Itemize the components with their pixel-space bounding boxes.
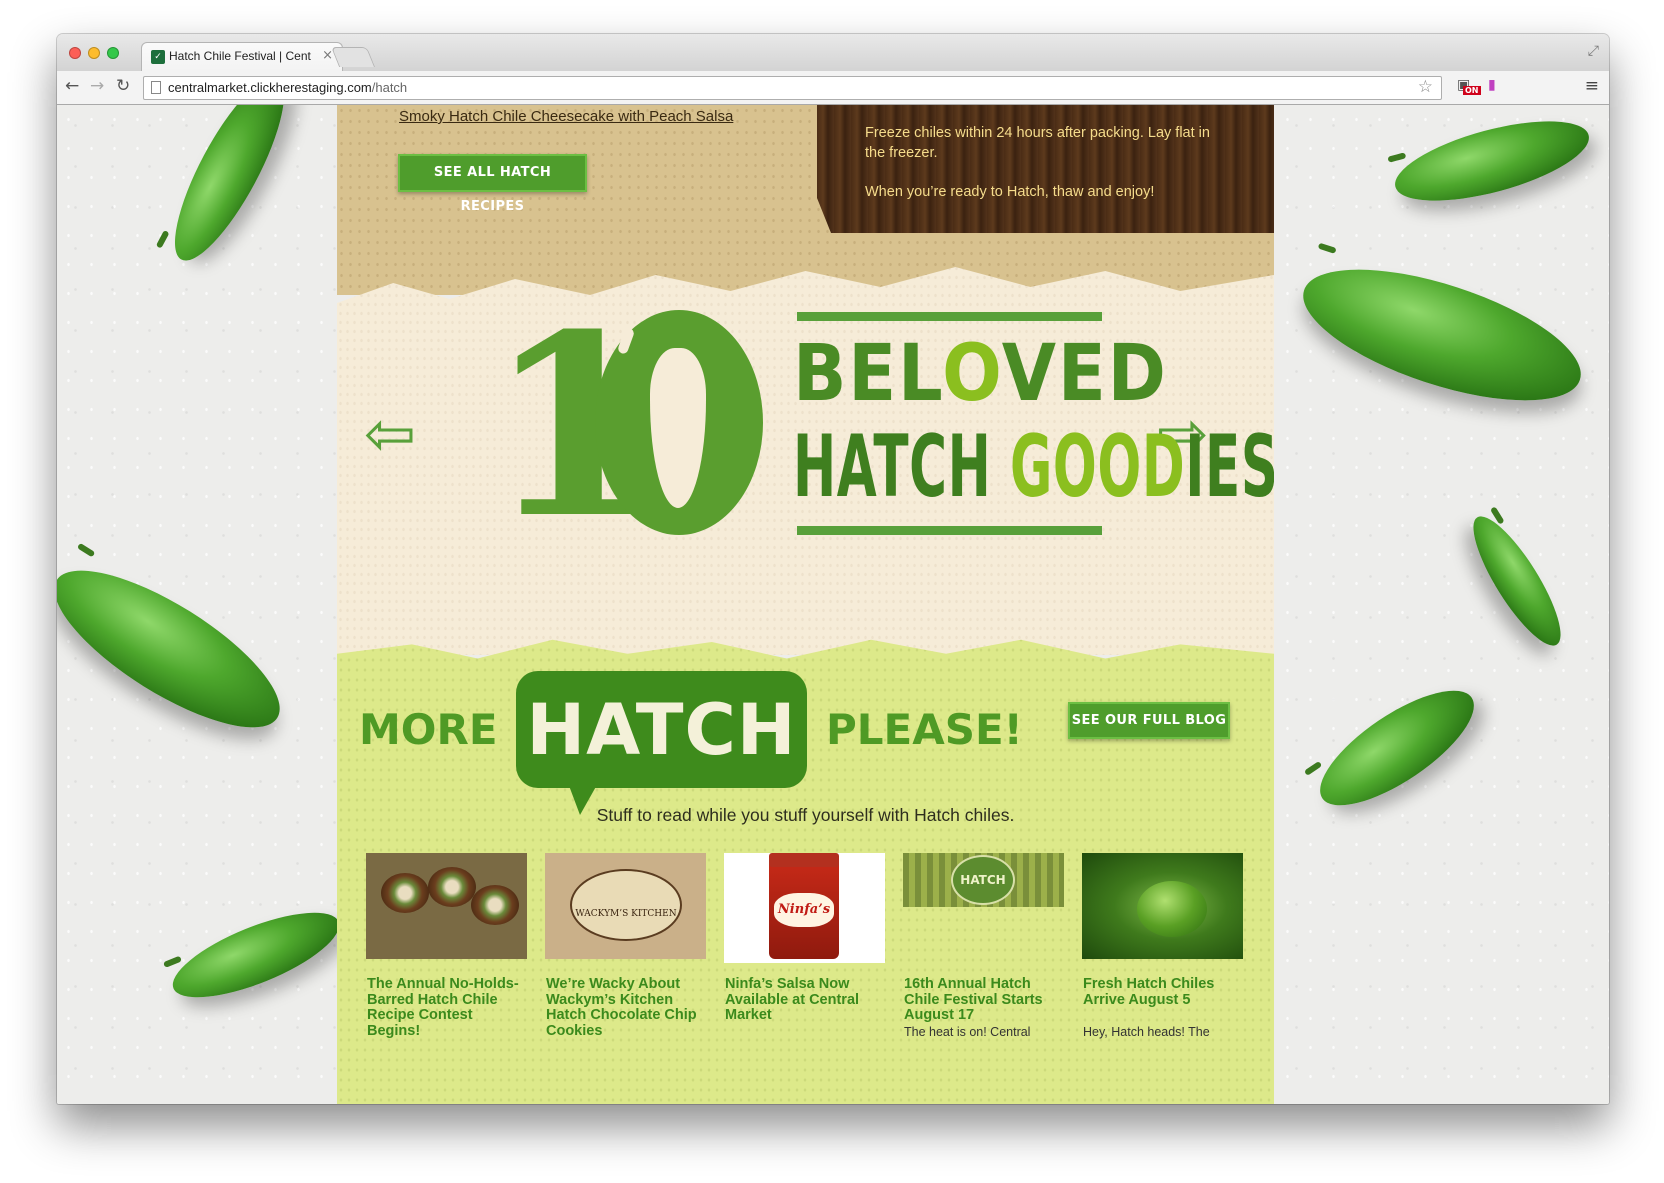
cookie-label: WACKYM’S KITCHEN xyxy=(570,869,682,941)
pepper-decoration xyxy=(57,542,301,756)
tab-hatch-chile-festival[interactable]: ✓ Hatch Chile Festival | Cent × xyxy=(141,42,343,71)
blog-post-thumbnail[interactable] xyxy=(1082,853,1243,959)
title-fragment: BEL xyxy=(793,329,943,419)
pepper-decoration xyxy=(1387,105,1597,217)
freeze-tip-text: Freeze chiles within 24 hours after pack… xyxy=(865,125,1210,161)
site-content: Smoky Hatch Chile Cheesecake with Peach … xyxy=(337,105,1274,1104)
goodies-title-line-2: HATCH GOODIES xyxy=(793,417,1274,517)
back-arrow-icon[interactable]: ← xyxy=(65,76,79,96)
close-window-button[interactable] xyxy=(69,47,81,59)
banner-rule xyxy=(797,526,1102,535)
extension-icon[interactable]: ▣ ON xyxy=(1457,77,1481,95)
blog-post-excerpt: The heat is on! Central xyxy=(904,1025,1031,1039)
title-fragment: O xyxy=(942,329,1002,419)
minimize-window-button[interactable] xyxy=(88,47,100,59)
forward-arrow-icon[interactable]: → xyxy=(90,76,104,96)
blog-post-thumbnail[interactable]: HATCH xyxy=(903,853,1064,907)
pepper-decoration xyxy=(1288,242,1596,428)
star-icon[interactable]: ☆ xyxy=(1418,77,1433,97)
tab-title: Hatch Chile Festival | Cent xyxy=(169,49,311,63)
title-fragment: GOOD xyxy=(1009,417,1186,517)
salsa-jar-lid xyxy=(769,853,839,867)
chile-photo xyxy=(1137,881,1207,937)
extension-badge: ON xyxy=(1463,86,1481,95)
url-path: /hatch xyxy=(371,80,408,95)
see-full-blog-button[interactable]: SEE OUR FULL BLOG xyxy=(1068,702,1230,739)
blog-heading-more: MORE xyxy=(359,705,498,754)
blog-heading-hatch: HATCH xyxy=(526,689,797,771)
blog-tagline: Stuff to read while you stuff yourself w… xyxy=(596,805,1015,825)
food-photo xyxy=(471,885,519,925)
chile-icon xyxy=(650,348,706,508)
page-viewport: Smoky Hatch Chile Cheesecake with Peach … xyxy=(57,105,1609,1104)
salsa-jar-label: Ninfa’s xyxy=(774,893,834,927)
goodies-number-zero xyxy=(595,310,763,535)
zoom-window-button[interactable] xyxy=(107,47,119,59)
url-text: centralmarket.clickherestaging.com/hatch xyxy=(168,80,407,95)
browser-toolbar: ← → ↻ centralmarket.clickherestaging.com… xyxy=(57,71,1609,105)
see-all-recipes-button[interactable]: SEE ALL HATCH RECIPES xyxy=(398,154,587,214)
address-bar[interactable]: centralmarket.clickherestaging.com/hatch… xyxy=(143,76,1442,100)
prev-arrow-icon[interactable]: ⇦ xyxy=(364,397,416,470)
fullscreen-icon[interactable]: ⤢ xyxy=(1588,43,1599,59)
new-tab-button[interactable] xyxy=(330,47,376,67)
title-fragment: IES xyxy=(1185,417,1274,517)
title-fragment: HATCH xyxy=(793,417,1010,517)
blog-post-thumbnail[interactable]: WACKYM’S KITCHEN xyxy=(545,853,706,959)
food-photo xyxy=(428,867,476,907)
menu-icon[interactable]: ≡ xyxy=(1585,76,1599,96)
recipe-link[interactable]: Smoky Hatch Chile Cheesecake with Peach … xyxy=(399,108,733,125)
site-favicon-icon: ✓ xyxy=(151,50,165,64)
hatch-speech-bubble: HATCH xyxy=(516,671,807,815)
browser-window: ✓ Hatch Chile Festival | Cent × ⤢ ← → ↻ … xyxy=(57,34,1609,1104)
url-host: centralmarket.clickherestaging.com xyxy=(168,80,372,95)
goodies-title-line-1: BELOVED xyxy=(793,329,1168,419)
extension-icon[interactable]: ▮ xyxy=(1488,77,1496,93)
pepper-decoration xyxy=(1459,506,1575,656)
blog-post-title[interactable]: Fresh Hatch Chiles Arrive August 5 xyxy=(1083,976,1241,1008)
blog-heading-please: PLEASE! xyxy=(826,705,1023,754)
page-icon xyxy=(151,81,161,94)
title-fragment: VED xyxy=(1001,329,1168,419)
banner-rule xyxy=(797,312,1102,321)
pepper-decoration xyxy=(155,105,304,274)
title-bar: ✓ Hatch Chile Festival | Cent × ⤢ xyxy=(57,34,1609,71)
freeze-tip-card: Freeze chiles within 24 hours after pack… xyxy=(817,105,1274,233)
blog-post-thumbnail[interactable] xyxy=(366,853,527,959)
hatch-festival-badge: HATCH xyxy=(951,855,1015,905)
freeze-tip-text: When you’re ready to Hatch, thaw and enj… xyxy=(865,184,1155,200)
pepper-decoration xyxy=(1303,670,1491,826)
blog-post-title[interactable]: 16th Annual Hatch Chile Festival Starts … xyxy=(904,976,1062,1024)
food-photo xyxy=(381,873,429,913)
reload-icon[interactable]: ↻ xyxy=(116,76,130,96)
blog-post-title[interactable]: We’re Wacky About Wackym’s Kitchen Hatch… xyxy=(546,976,704,1039)
blog-post-title[interactable]: Ninfa’s Salsa Now Available at Central M… xyxy=(725,976,883,1024)
blog-post-excerpt: Hey, Hatch heads! The xyxy=(1083,1025,1210,1039)
pepper-decoration xyxy=(162,895,350,1015)
recipes-section: Smoky Hatch Chile Cheesecake with Peach … xyxy=(337,105,1274,295)
blog-post-title[interactable]: The Annual No-Holds-Barred Hatch Chile R… xyxy=(367,976,525,1039)
blog-post-thumbnail[interactable]: Ninfa’s xyxy=(724,853,885,963)
